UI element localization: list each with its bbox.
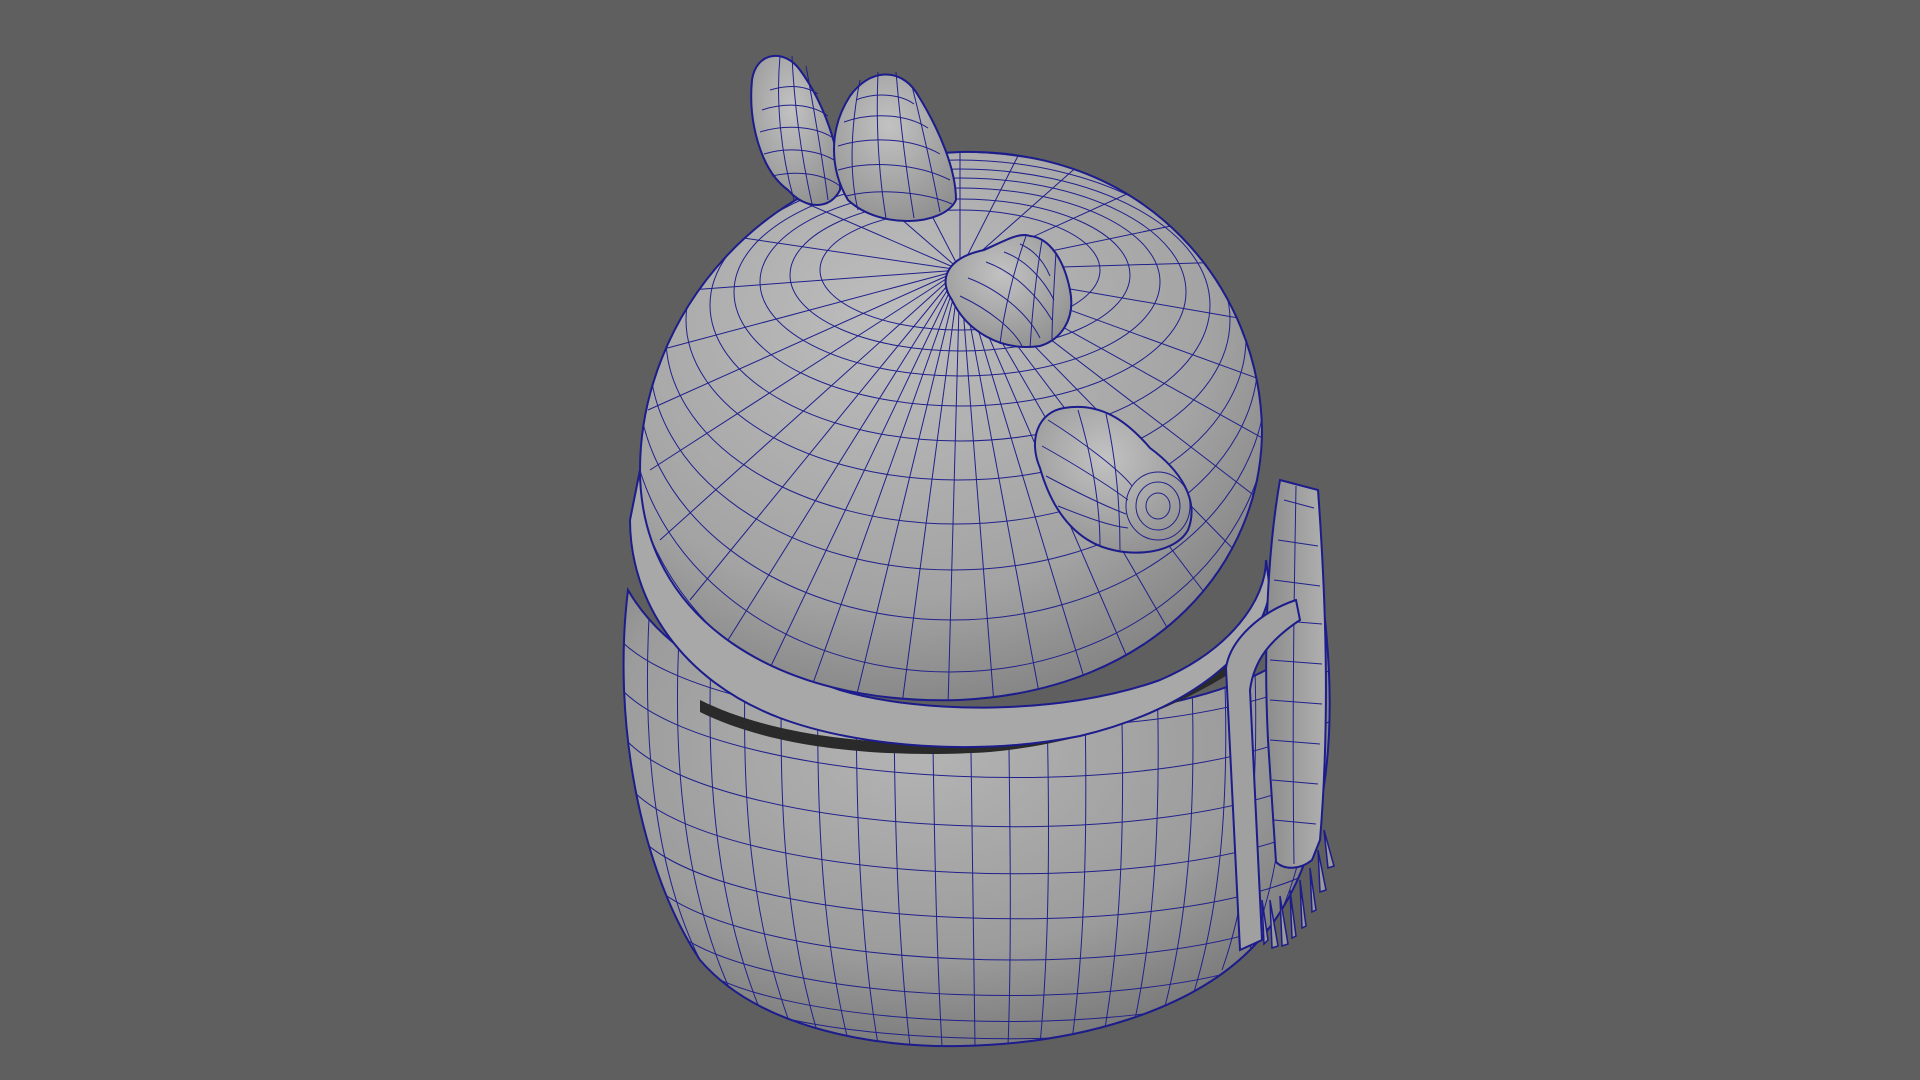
viewport-canvas[interactable] — [0, 0, 1920, 1080]
head-cap-mesh[interactable] — [628, 136, 1272, 724]
right-horn-mesh[interactable] — [833, 71, 958, 222]
left-ear-mesh[interactable] — [750, 54, 842, 206]
3d-viewport[interactable] — [0, 0, 1920, 1080]
